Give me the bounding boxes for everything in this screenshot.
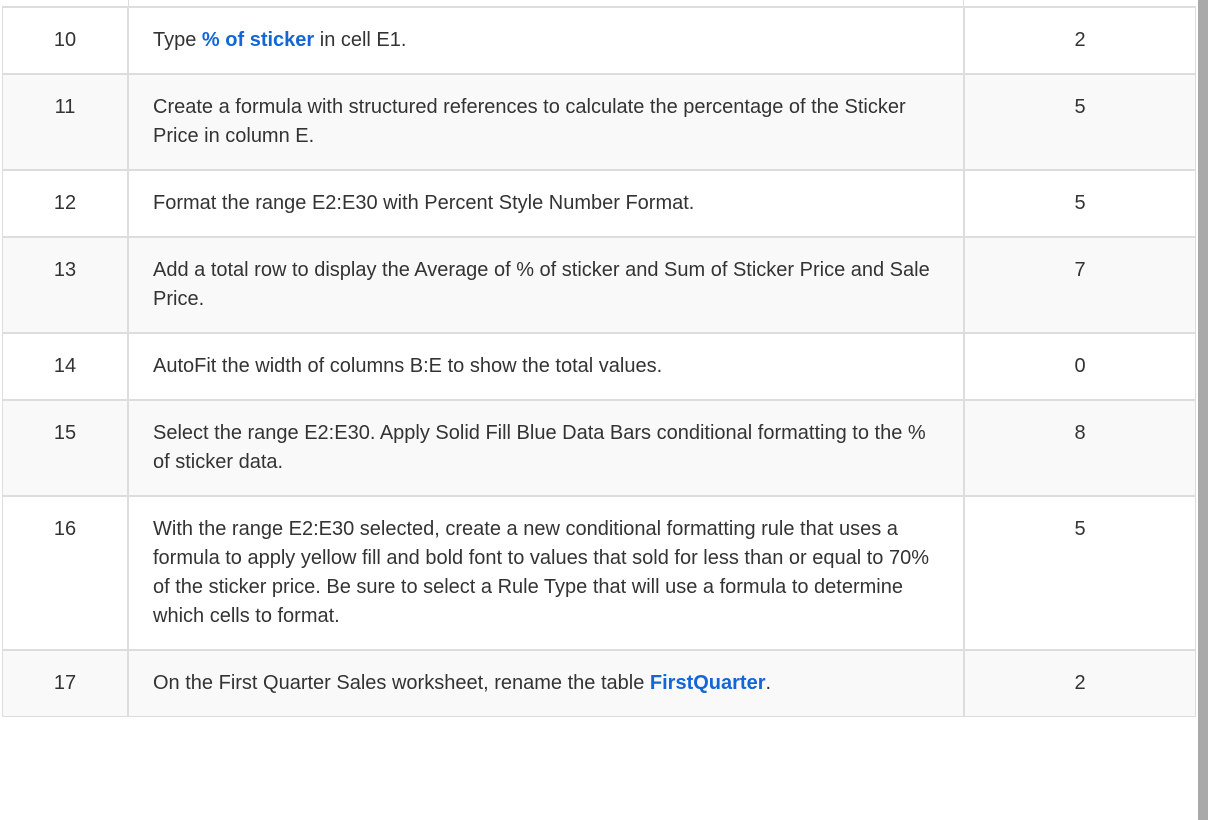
step-points: 0 (964, 333, 1196, 400)
table-row: 11 Create a formula with structured refer… (2, 74, 1196, 170)
step-points: 8 (964, 400, 1196, 496)
table-row: 13 Add a total row to display the Average… (2, 237, 1196, 333)
description-text: . (766, 672, 772, 694)
step-description: Create a formula with structured referen… (128, 74, 964, 170)
description-text: in cell E1. (314, 29, 406, 51)
description-text: Add a total row to display the Average o… (153, 259, 930, 310)
step-description: AutoFit the width of columns B:E to show… (128, 333, 964, 400)
step-points: 2 (964, 650, 1196, 717)
step-points: 7 (964, 237, 1196, 333)
step-number: 13 (2, 237, 128, 333)
partial-row-above (2, 0, 1196, 7)
highlighted-term: % of sticker (202, 29, 314, 51)
step-number: 17 (2, 650, 128, 717)
table-row: 12 Format the range E2:E30 with Percent S… (2, 170, 1196, 237)
description-text: With the range E2:E30 selected, create a… (153, 518, 929, 627)
table-row: 17 On the First Quarter Sales worksheet, … (2, 650, 1196, 717)
step-number: 10 (2, 7, 128, 74)
step-number: 15 (2, 400, 128, 496)
step-number: 12 (2, 170, 128, 237)
highlighted-term: FirstQuarter (650, 672, 766, 694)
table-row: 14 AutoFit the width of columns B:E to sh… (2, 333, 1196, 400)
step-number: 11 (2, 74, 128, 170)
step-points: 5 (964, 170, 1196, 237)
page-viewport: 10Type % of sticker in cell E1.211Create… (0, 0, 1208, 820)
step-description: Add a total row to display the Average o… (128, 237, 964, 333)
step-number: 16 (2, 496, 128, 650)
table-row: 16With the range E2:E30 selected, create… (2, 496, 1196, 650)
description-text: Select the range E2:E30. Apply Solid Fil… (153, 422, 926, 473)
step-description: On the First Quarter Sales worksheet, re… (128, 650, 964, 717)
instruction-table: 10Type % of sticker in cell E1.211Create… (2, 7, 1196, 717)
step-description: Type % of sticker in cell E1. (128, 7, 964, 74)
step-points: 5 (964, 496, 1196, 650)
table-row: 15 Select the range E2:E30. Apply Solid F… (2, 400, 1196, 496)
step-description: With the range E2:E30 selected, create a… (128, 496, 964, 650)
description-text: Create a formula with structured referen… (153, 96, 906, 147)
instruction-table-body: 10Type % of sticker in cell E1.211Create… (2, 7, 1196, 717)
description-text: On the First Quarter Sales worksheet, re… (153, 672, 650, 694)
description-text: Type (153, 29, 202, 51)
description-text: Format the range E2:E30 with Percent Sty… (153, 192, 694, 214)
step-points: 2 (964, 7, 1196, 74)
step-description: Select the range E2:E30. Apply Solid Fil… (128, 400, 964, 496)
table-row: 10Type % of sticker in cell E1.2 (2, 7, 1196, 74)
description-text: AutoFit the width of columns B:E to show… (153, 355, 662, 377)
step-number: 14 (2, 333, 128, 400)
step-points: 5 (964, 74, 1196, 170)
step-description: Format the range E2:E30 with Percent Sty… (128, 170, 964, 237)
